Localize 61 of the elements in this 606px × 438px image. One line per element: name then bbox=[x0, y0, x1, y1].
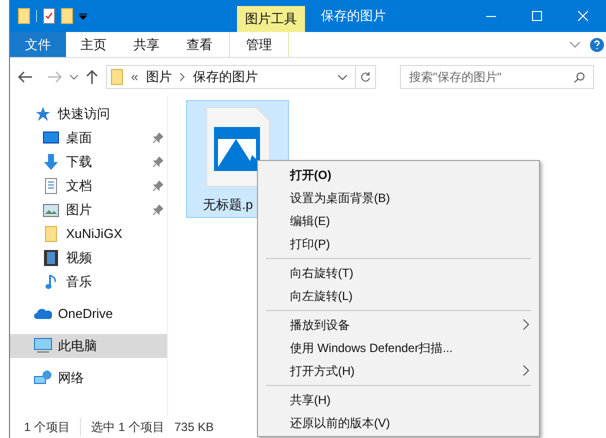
chevron-right-icon[interactable] bbox=[180, 73, 186, 81]
nav-item[interactable]: OneDrive bbox=[10, 302, 167, 326]
status-text: 735 KB bbox=[174, 419, 214, 436]
address-bar[interactable]: « 图片 保存的图片 bbox=[106, 65, 376, 89]
menu-item[interactable]: 播放到设备 bbox=[266, 313, 531, 336]
breadcrumb[interactable]: 图片 bbox=[146, 67, 172, 87]
close-icon bbox=[578, 11, 588, 21]
nav-item[interactable]: XuNiJiGX bbox=[10, 222, 167, 246]
nav-item[interactable]: 快速访问 bbox=[10, 102, 167, 126]
menu-item[interactable]: 共享(H) bbox=[266, 388, 531, 411]
menu-item[interactable]: 打印(P) bbox=[266, 232, 531, 255]
nav-item[interactable]: 文档 bbox=[10, 174, 167, 198]
maximize-icon bbox=[532, 11, 542, 21]
computer-icon bbox=[34, 338, 52, 354]
menu-item[interactable]: 向左旋转(L) bbox=[266, 284, 531, 307]
search-input[interactable]: 搜索"保存的图片" bbox=[409, 68, 574, 86]
music-note-icon bbox=[45, 274, 57, 290]
menu-item[interactable]: 向右旋转(T) bbox=[266, 261, 531, 284]
menu-item[interactable]: 使用 Windows Defender扫描... bbox=[266, 336, 531, 359]
search-icon[interactable] bbox=[574, 72, 585, 82]
menu-item[interactable]: 打开方式(H) bbox=[266, 359, 531, 382]
contextual-tab-header: 图片工具 bbox=[237, 6, 305, 32]
dropdown-icon[interactable] bbox=[79, 12, 87, 20]
up-arrow-icon[interactable] bbox=[86, 70, 98, 84]
status-text: 1 个项目 bbox=[24, 419, 70, 436]
star-icon bbox=[35, 106, 51, 122]
nav-item[interactable]: 视频 bbox=[10, 246, 167, 270]
folder-icon bbox=[45, 226, 57, 242]
breadcrumb[interactable]: 保存的图片 bbox=[193, 67, 258, 87]
pin-icon[interactable] bbox=[153, 181, 163, 191]
nav-item[interactable]: 下载 bbox=[10, 150, 167, 174]
network-icon bbox=[34, 370, 52, 386]
chevron-down-icon[interactable] bbox=[70, 74, 78, 80]
ribbon-tab[interactable]: 管理 bbox=[229, 32, 289, 57]
overflow-chevron[interactable]: « bbox=[131, 67, 138, 87]
pin-icon[interactable] bbox=[153, 205, 163, 215]
pin-icon[interactable] bbox=[153, 157, 163, 167]
nav-item[interactable]: 图片 bbox=[10, 198, 167, 222]
nav-item[interactable]: 音乐 bbox=[10, 270, 167, 294]
refresh-icon[interactable] bbox=[360, 72, 371, 82]
help-icon[interactable] bbox=[590, 38, 604, 52]
nav-item[interactable]: 此电脑 bbox=[10, 334, 167, 358]
window-title: 保存的图片 bbox=[320, 7, 387, 26]
cloud-icon bbox=[34, 308, 52, 320]
back-arrow-icon[interactable] bbox=[18, 71, 32, 83]
picture-icon bbox=[43, 204, 59, 216]
file-name: 无标题.p bbox=[202, 196, 253, 214]
chevron-down-icon[interactable] bbox=[338, 74, 347, 80]
folder-icon bbox=[111, 69, 123, 85]
menu-item[interactable]: 还原以前的版本(V) bbox=[266, 411, 531, 434]
checklist-icon[interactable] bbox=[43, 8, 55, 24]
chevron-down-icon[interactable] bbox=[570, 42, 580, 48]
nav-item[interactable]: 桌面 bbox=[10, 126, 167, 150]
file-tab[interactable]: 文件 bbox=[10, 32, 66, 57]
document-icon bbox=[45, 178, 57, 194]
nav-item[interactable]: 网络 bbox=[10, 366, 167, 390]
down-arrow-icon bbox=[43, 154, 59, 170]
pin-icon[interactable] bbox=[153, 133, 163, 143]
search-field[interactable]: 搜索"保存的图片" bbox=[400, 65, 594, 89]
status-text: 选中 1 个项目 bbox=[80, 418, 164, 436]
monitor-icon bbox=[43, 131, 59, 145]
